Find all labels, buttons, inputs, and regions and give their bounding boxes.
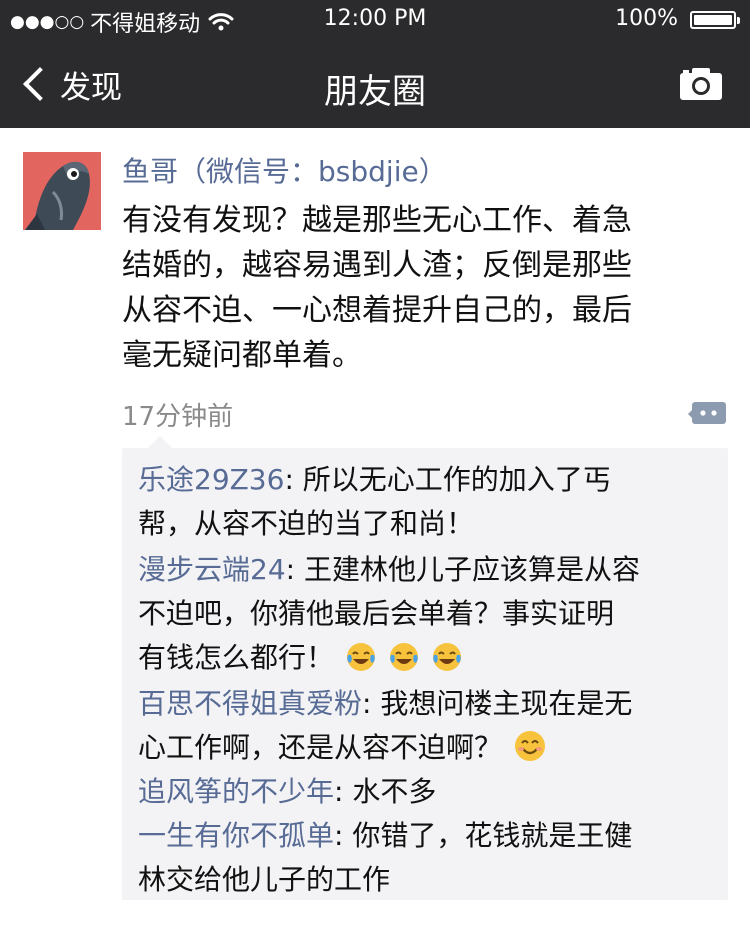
commenter-name[interactable]: 一生有你不孤单 — [138, 819, 334, 852]
comment-item[interactable]: 一生有你不孤单: 你错了，花钱就是王健 林交给他儿子的工作 — [138, 814, 720, 902]
status-bar: ●●●○○ 不得姐移动 12:00 PM 100% — [0, 0, 750, 40]
comment-text: 有钱怎么都行！ — [138, 641, 335, 674]
post-text-line: 有没有发现？越是那些无心工作、着急 — [122, 203, 632, 238]
commenter-name[interactable]: 乐途29Z36 — [138, 463, 284, 496]
smile-emoji — [514, 731, 545, 761]
comment-text: 不迫吧，你猜他最后会单着？事实证明 — [138, 597, 615, 630]
page-title: 朋友圈 — [324, 72, 426, 112]
comment-text: : 王建林他儿子应该算是从容 — [285, 553, 640, 586]
comment-text: : 我想问楼主现在是无 — [362, 687, 633, 720]
comment-text: : 你错了，花钱就是王健 — [334, 819, 633, 852]
comment-item[interactable]: 追风筝的不少年: 水不多 — [138, 770, 720, 814]
camera-icon[interactable] — [678, 66, 724, 102]
commenter-name[interactable]: 漫步云端24 — [138, 553, 286, 586]
comment-text: 心工作啊，还是从容不迫啊？ — [138, 731, 503, 764]
post-text-line: 结婚的，越容易遇到人渣；反倒是那些 — [122, 248, 632, 283]
comment-text: : 所以无心工作的加入了丐 — [284, 463, 611, 496]
post-text-line: 毫无疑问都单着。 — [122, 338, 362, 373]
moments-post: 鱼哥（微信号：bsbdjie） 有没有发现？越是那些无心工作、着急 结婚的，越容… — [0, 128, 750, 947]
laughing-tears-emoji — [389, 643, 418, 671]
post-timestamp: 17分钟前 — [122, 402, 234, 432]
commenter-name[interactable]: 追风筝的不少年 — [138, 775, 334, 808]
comment-text: 帮，从容不迫的当了和尚！ — [138, 507, 475, 540]
commenter-name[interactable]: 百思不得姐真爱粉 — [138, 687, 362, 720]
laughing-tears-emoji — [346, 643, 375, 671]
comment-list: 乐途29Z36: 所以无心工作的加入了丐 帮，从容不迫的当了和尚！ 漫步云端24… — [122, 436, 728, 902]
avatar[interactable] — [23, 152, 101, 230]
comment-item[interactable]: 漫步云端24: 王建林他儿子应该算是从容 不迫吧，你猜他最后会单着？事实证明 有… — [138, 548, 720, 680]
comment-icon[interactable] — [688, 400, 728, 430]
battery-icon — [690, 11, 740, 29]
battery-percent: 100% — [615, 6, 678, 31]
post-username[interactable]: 鱼哥（微信号：bsbdjie） — [122, 150, 447, 190]
comment-item[interactable]: 百思不得姐真爱粉: 我想问楼主现在是无 心工作啊，还是从容不迫啊？ — [138, 682, 720, 770]
post-text-line: 从容不迫、一心想着提升自己的，最后 — [122, 293, 632, 328]
comment-item[interactable]: 乐途29Z36: 所以无心工作的加入了丐 帮，从容不迫的当了和尚！ — [138, 458, 720, 546]
nav-bar: 发现 朋友圈 — [0, 40, 750, 128]
comment-text: 林交给他儿子的工作 — [138, 863, 391, 896]
post-text: 有没有发现？越是那些无心工作、着急 结婚的，越容易遇到人渣；反倒是那些 从容不迫… — [122, 198, 712, 378]
laughing-tears-emoji — [432, 643, 461, 671]
comment-text: : 水不多 — [334, 775, 437, 808]
